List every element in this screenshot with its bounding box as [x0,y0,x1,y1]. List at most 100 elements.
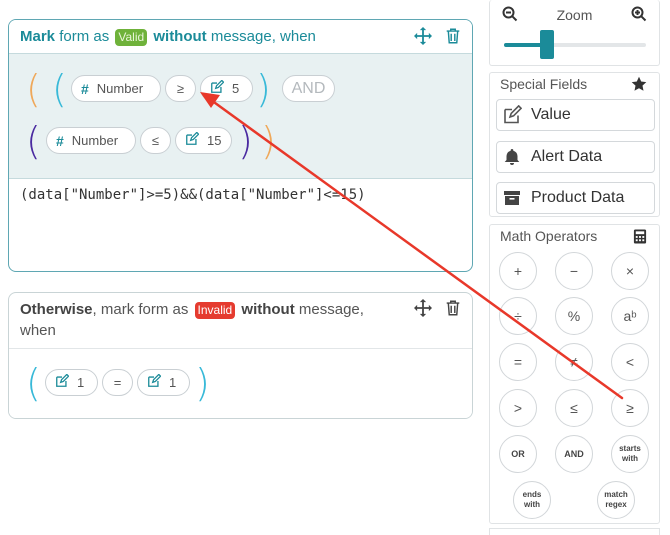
field-label: Number [96,81,144,96]
hash-icon: # [56,132,64,149]
special-fields-panel: Special Fields Value Alert Data Product … [489,72,660,217]
trash-icon[interactable] [444,27,462,45]
group2-open-paren[interactable]: ( [26,122,41,160]
value-pill-15[interactable]: 15 [175,127,232,154]
special-fields-title: Special Fields [500,76,588,92]
generated-code: (data["Number"]>=5)&&(data["Number"]<=15… [20,187,366,203]
value-pill-5[interactable]: 5 [200,75,253,102]
op-label: ≠ [570,354,578,370]
edit-icon [55,373,70,391]
op-less-than-button[interactable]: < [611,343,649,381]
op-label: match regex [604,490,628,509]
star-icon[interactable] [631,76,647,92]
special-field-label: Value [531,106,571,123]
op-power-button[interactable]: aᵇ [611,297,649,335]
op-greater-than-button[interactable]: > [499,389,537,427]
zoom-panel: Zoom [489,0,660,66]
special-field-product-data[interactable]: Product Data [496,182,655,214]
field-label: Number [71,133,119,148]
op-or-button[interactable]: OR [499,435,537,473]
close-paren[interactable]: ) [195,364,210,402]
op-ends-with-button[interactable]: ends with [513,481,551,519]
op-label: ends with [522,490,542,509]
op-match-regex-button[interactable]: match regex [597,481,635,519]
field-pill-number-2[interactable]: # Number [46,127,136,154]
op-label: ≤ [570,400,578,416]
valid-badge[interactable]: Valid [115,29,148,46]
op-divide-button[interactable]: ÷ [499,297,537,335]
op-plus-button[interactable]: + [499,252,537,290]
edit-icon [502,104,523,125]
special-field-alert-data[interactable]: Alert Data [496,141,655,173]
op-greater-equal-button[interactable]: ≥ [611,389,649,427]
operator-eq[interactable]: = [102,369,133,396]
archive-icon [502,188,522,208]
operator-lte-2[interactable]: ≤ [140,127,171,154]
operator-label: ≥ [176,81,185,96]
op-modulo-button[interactable]: % [555,297,593,335]
op-multiply-button[interactable]: × [611,252,649,290]
move-icon[interactable] [414,299,432,317]
joiner-label: AND [291,79,326,97]
op-less-equal-button[interactable]: ≤ [555,389,593,427]
group1-close-paren[interactable]: ) [256,70,271,108]
op-label: aᵇ [623,308,637,324]
hash-icon: # [81,80,89,97]
op-label: OR [511,448,525,459]
special-field-label: Alert Data [531,148,603,165]
math-operators-title: Math Operators [500,228,598,244]
zoom-in-icon[interactable] [631,6,647,22]
special-field-value[interactable]: Value [496,99,655,131]
mark-label: Mark [20,28,56,45]
edit-icon [210,79,225,97]
op-label: AND [564,448,584,459]
trash-icon[interactable] [444,299,462,317]
next-panel-stub [489,528,660,535]
zoom-slider[interactable] [504,30,646,59]
op-label: × [625,263,635,279]
otherwise-rule-card: Otherwise, mark form as Invalid without … [8,292,473,419]
op-label: = [513,354,523,370]
value-label: 5 [232,81,240,96]
op-label: + [513,263,523,279]
and-joiner[interactable]: AND [282,75,335,102]
group1-open-paren[interactable]: ( [52,70,67,108]
op-minus-button[interactable]: − [555,252,593,290]
op-and-button[interactable]: AND [555,435,593,473]
message-label: message, [294,301,364,318]
operator-label: ≤ [151,133,160,148]
message-when-label: message, when [206,28,316,45]
calculator-icon[interactable] [633,229,647,244]
valid-rule-card: Mark form as Valid without message, when… [8,19,473,272]
zoom-slider-thumb[interactable] [540,30,554,59]
op-not-equals-button[interactable]: ≠ [555,343,593,381]
form-as-label: form as [55,28,114,45]
math-operators-panel: Math Operators + − × ÷ % aᵇ = ≠ < > ≤ ≥ … [489,224,660,524]
valid-expression-area: ( ( # Number ≥ 5 ) AND ( # Number ≤ 15 ) [9,54,472,179]
value-label: 15 [207,133,222,148]
special-field-label: Product Data [531,189,625,206]
group2-close-paren[interactable]: ) [238,122,253,160]
otherwise-rule-header: Otherwise, mark form as Invalid without … [9,293,472,349]
edit-icon [147,373,162,391]
open-paren[interactable]: ( [26,364,41,402]
outer-close-paren[interactable]: ) [261,122,276,160]
value-pill-right[interactable]: 1 [137,369,190,396]
field-pill-number-1[interactable]: # Number [71,75,161,102]
otherwise-expression-area: ( 1 = 1 ) [9,349,472,418]
op-label: ≥ [626,400,634,416]
operator-label: = [113,375,122,390]
move-icon[interactable] [414,27,432,45]
value-pill-left[interactable]: 1 [45,369,98,396]
operator-gte-1[interactable]: ≥ [165,75,196,102]
without-toggle[interactable]: without [237,301,294,318]
op-label: > [513,400,523,416]
when-label: when [20,322,56,339]
op-equals-button[interactable]: = [499,343,537,381]
outer-open-paren[interactable]: ( [26,70,41,108]
op-starts-with-button[interactable]: starts with [611,435,649,473]
edit-icon [185,131,200,149]
without-toggle[interactable]: without [149,28,206,45]
invalid-badge[interactable]: Invalid [194,302,236,319]
op-label: − [569,263,579,279]
